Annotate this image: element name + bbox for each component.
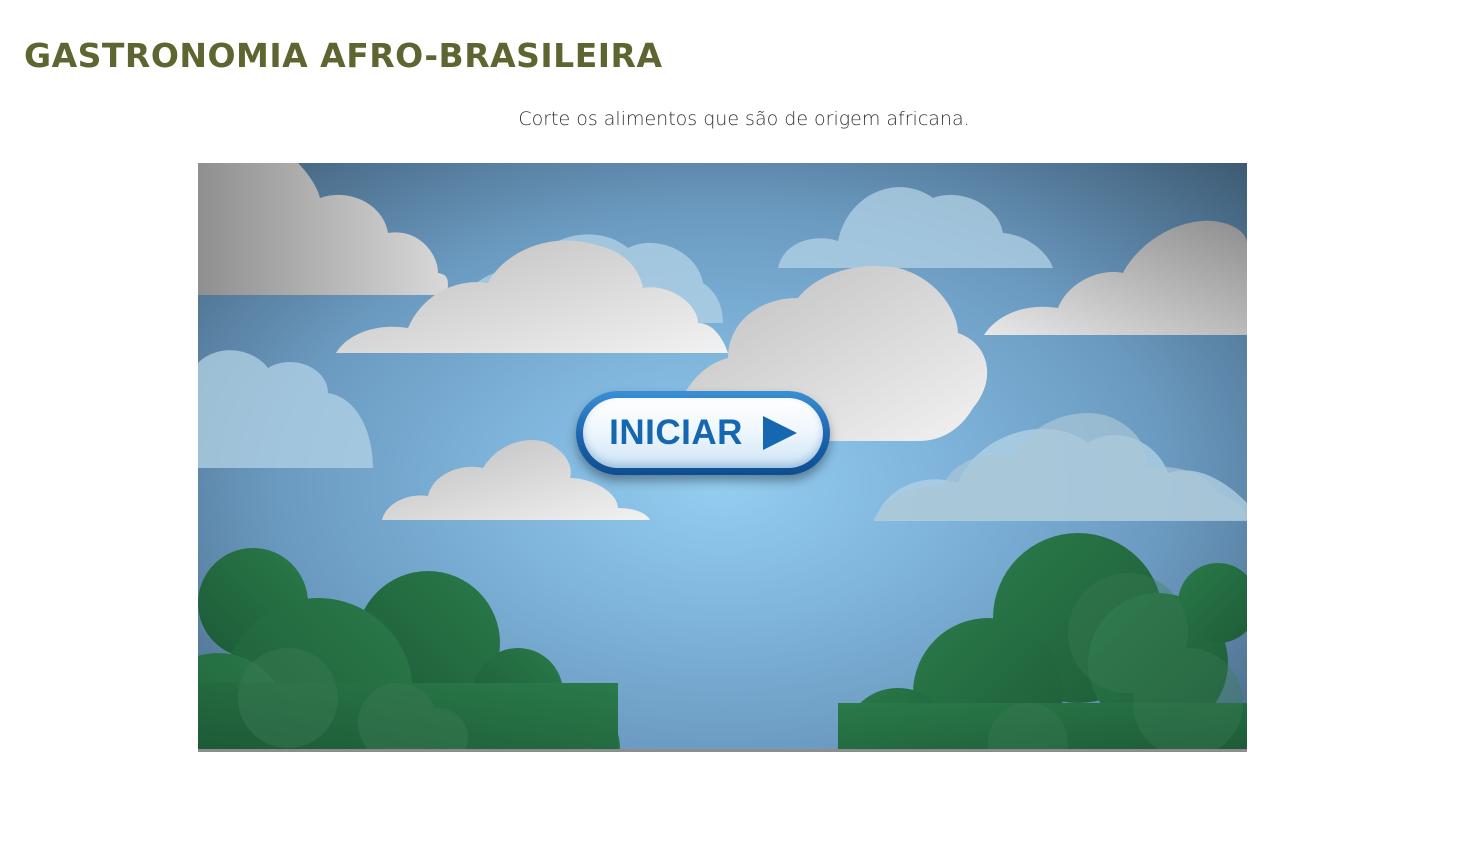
cloud-top-left xyxy=(198,163,448,295)
start-button[interactable]: INICIAR xyxy=(576,391,830,475)
start-button-face[interactable]: INICIAR xyxy=(583,398,823,468)
page-title: GASTRONOMIA AFRO-BRASILEIRA xyxy=(24,36,663,75)
game-instructions: Corte os alimentos que são de origem afr… xyxy=(518,108,970,130)
play-triangle-icon xyxy=(762,416,797,450)
cloud-right xyxy=(984,220,1247,335)
game-canvas[interactable]: INICIAR xyxy=(198,163,1247,752)
start-button-label: INICIAR xyxy=(609,413,743,452)
